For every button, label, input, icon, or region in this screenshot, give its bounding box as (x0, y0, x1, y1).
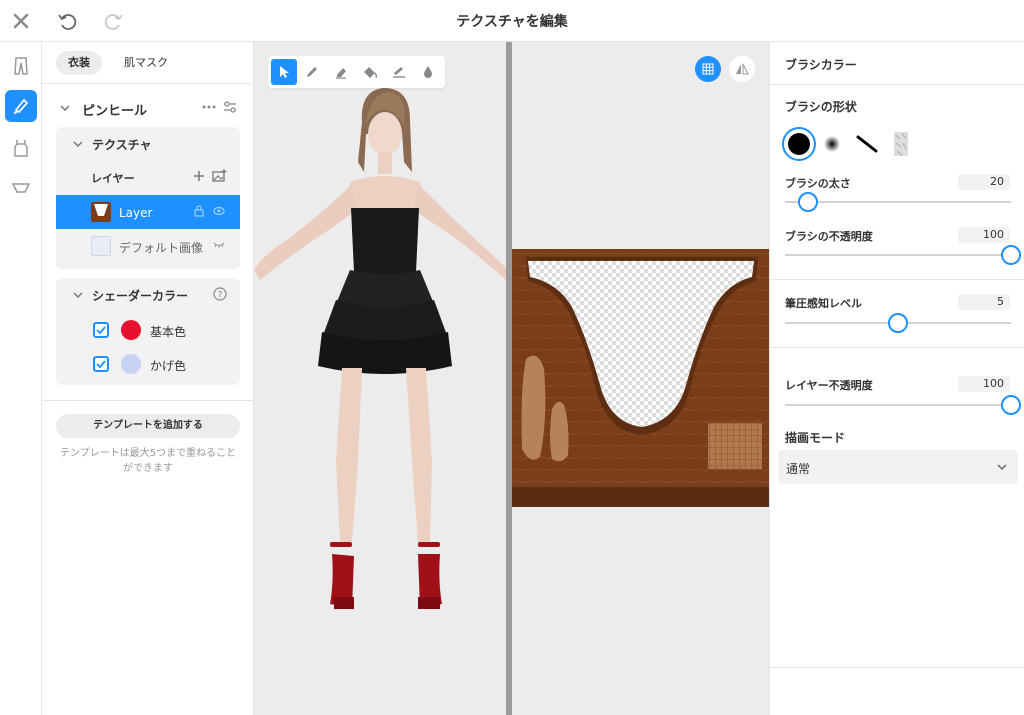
brush-shape-title: ブラシの形状 (785, 100, 857, 114)
draw-mode-select[interactable]: 通常 (778, 450, 1018, 484)
dropper-tool-icon[interactable] (415, 59, 441, 85)
stamp-tool-icon[interactable] (386, 59, 412, 85)
app-root: テクスチャを編集 衣装 肌マスク ピンヒール テクスチャ レイヤー Layer … (0, 0, 1024, 715)
line-brush-icon[interactable] (852, 129, 882, 159)
brush-size-slider[interactable] (785, 192, 1011, 212)
tank-top-icon[interactable] (5, 132, 37, 164)
brush-opacity-label: ブラシの不透明度 (785, 230, 873, 243)
pressure-value[interactable]: 5 (958, 294, 1010, 310)
shoe-icon[interactable] (5, 172, 37, 204)
base-color-label: 基本色 (150, 325, 187, 339)
brush-size-label: ブラシの太さ (785, 177, 851, 190)
brush-opacity-slider[interactable] (785, 245, 1021, 265)
item-header[interactable]: ピンヒール (42, 93, 254, 123)
shadow-color-label: かげ色 (150, 359, 187, 373)
layer-opacity-slider[interactable] (785, 395, 1021, 415)
shader-title: シェーダーカラー (92, 289, 189, 303)
eraser-tool-icon[interactable] (328, 59, 354, 85)
undo-icon[interactable] (55, 9, 79, 33)
brush-divider (770, 347, 1024, 348)
brush-divider (770, 84, 1024, 85)
svg-text:?: ? (218, 291, 223, 301)
layer-header: レイヤー (91, 172, 135, 185)
shadow-color-checkbox[interactable] (93, 356, 109, 372)
layer-name: Layer (119, 206, 153, 220)
round-brush-icon[interactable] (782, 127, 816, 161)
default-image-thumbnail (91, 236, 111, 256)
texture-brush-icon[interactable] (886, 129, 916, 159)
add-template-button[interactable]: テンプレートを追加する (56, 414, 240, 438)
category-rail (0, 42, 42, 715)
model-viewport[interactable] (254, 42, 506, 715)
brush-divider (770, 279, 1024, 280)
brush-icon[interactable] (5, 90, 37, 122)
chevron-down-icon[interactable] (73, 139, 83, 149)
tab-costume[interactable]: 衣装 (56, 51, 102, 75)
page-title: テクスチャを編集 (456, 14, 568, 30)
brush-size-knob[interactable] (797, 192, 818, 212)
layer-opacity-label: レイヤー不透明度 (785, 379, 873, 392)
shadow-color-swatch[interactable] (121, 354, 141, 374)
soft-brush-icon[interactable] (817, 129, 847, 159)
avatar-model (254, 88, 506, 609)
help-icon[interactable]: ? (213, 287, 227, 301)
chevron-down-icon (997, 464, 1007, 471)
chevron-down-icon[interactable] (60, 103, 70, 113)
brush-panel: ブラシカラー ブラシの形状 ブラシの太さ 20 ブラシの不透明度 100 筆圧感… (769, 42, 1024, 715)
draw-mode-title: 描画モード (785, 431, 846, 445)
template-note: テンプレートは最大5つまで重ねることができます (59, 448, 237, 474)
default-image-name: デフォルト画像 (119, 241, 204, 255)
mirror-icon[interactable] (729, 56, 755, 82)
brush-panel-title: ブラシカラー (785, 58, 857, 72)
redo-icon[interactable] (102, 9, 126, 33)
brush-size-value[interactable]: 20 (958, 174, 1010, 190)
draw-mode-value: 通常 (786, 462, 811, 476)
pants-icon[interactable] (5, 50, 37, 82)
brush-divider (770, 667, 1024, 668)
more-icon[interactable] (202, 105, 216, 109)
grid-icon[interactable] (695, 56, 721, 82)
adjust-icon[interactable] (223, 101, 237, 113)
layer-opacity-knob[interactable] (1001, 395, 1021, 415)
item-name: ピンヒール (82, 104, 148, 119)
fill-tool-icon[interactable] (357, 59, 383, 85)
pressure-slider[interactable] (785, 313, 1011, 333)
add-layer-icon[interactable] (193, 170, 205, 182)
visibility-icon[interactable] (213, 206, 225, 216)
add-image-icon[interactable] (212, 169, 227, 183)
panel-tabs: 衣装 肌マスク (42, 42, 254, 84)
layer-panel: 衣装 肌マスク ピンヒール テクスチャ レイヤー Layer デフォルト画像 シ (42, 42, 254, 715)
panel-divider (42, 400, 254, 401)
lock-icon[interactable] (194, 205, 204, 217)
draw-toolbar (268, 56, 445, 88)
hidden-icon[interactable] (213, 241, 225, 249)
top-bar: テクスチャを編集 (0, 0, 1024, 42)
uv-viewport[interactable] (512, 42, 769, 715)
texture-title: テクスチャ (92, 138, 152, 152)
brush-opacity-knob[interactable] (1001, 245, 1021, 265)
layer-opacity-value[interactable]: 100 (958, 376, 1010, 392)
close-icon[interactable] (9, 9, 33, 33)
select-tool-icon[interactable] (271, 59, 297, 85)
pressure-knob[interactable] (888, 313, 908, 333)
brush-opacity-value[interactable]: 100 (958, 227, 1010, 243)
layer-thumbnail (91, 202, 111, 222)
chevron-down-icon[interactable] (73, 290, 83, 300)
pressure-label: 筆圧感知レベル (785, 297, 862, 310)
pen-tool-icon[interactable] (299, 59, 325, 85)
base-color-checkbox[interactable] (93, 322, 109, 338)
tab-skin-mask[interactable]: 肌マスク (112, 51, 180, 75)
base-color-swatch[interactable] (121, 320, 141, 340)
uv-texture-map (512, 249, 769, 507)
